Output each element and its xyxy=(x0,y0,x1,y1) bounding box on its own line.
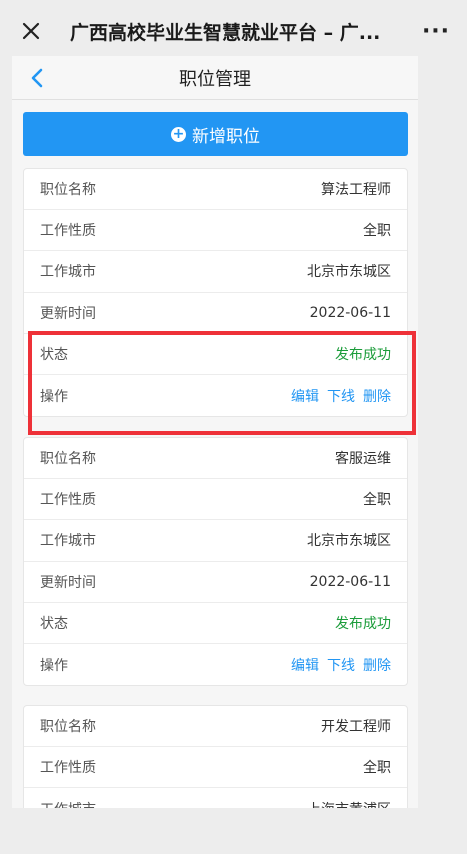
job-city-value: 北京市东城区 xyxy=(307,533,391,550)
job-city-row: 工作城市 北京市东城区 xyxy=(24,520,407,562)
job-type-value: 全职 xyxy=(363,760,391,777)
job-city-label: 工作城市 xyxy=(40,264,96,281)
job-card: 职位名称 算法工程师 工作性质 全职 工作城市 北京市东城区 更新时间 2022… xyxy=(23,168,408,418)
status-badge: 发布成功 xyxy=(335,346,391,363)
job-updated-value: 2022-06-11 xyxy=(309,573,391,590)
job-status-label: 状态 xyxy=(40,346,68,363)
job-actions-label: 操作 xyxy=(40,388,68,405)
job-status-row: 状态 发布成功 xyxy=(24,334,407,375)
close-button[interactable] xyxy=(0,0,62,62)
offline-link[interactable]: 下线 xyxy=(327,655,355,675)
job-type-label: 工作性质 xyxy=(40,760,96,777)
job-type-value: 全职 xyxy=(363,223,391,240)
job-card: 职位名称 开发工程师 工作性质 全职 工作城市 上海市黄浦区 xyxy=(23,705,408,808)
job-city-label: 工作城市 xyxy=(40,799,96,808)
edit-link[interactable]: 编辑 xyxy=(291,386,319,406)
job-type-row: 工作性质 全职 xyxy=(24,479,407,521)
window-title: 广西高校毕业生智慧就业平台 – 广... xyxy=(70,21,381,44)
add-job-button[interactable]: + 新增职位 xyxy=(23,112,408,156)
plus-circle-icon: + xyxy=(171,125,186,142)
job-actions-row: 操作 编辑 下线 删除 xyxy=(24,644,407,685)
job-name-row: 职位名称 客服运维 xyxy=(24,438,407,480)
job-name-label: 职位名称 xyxy=(40,451,96,468)
job-type-label: 工作性质 xyxy=(40,223,96,240)
job-name-row: 职位名称 开发工程师 xyxy=(24,706,407,748)
close-icon xyxy=(22,22,40,40)
add-job-label: 新增职位 xyxy=(192,126,260,147)
job-type-value: 全职 xyxy=(363,492,391,509)
job-name-label: 职位名称 xyxy=(40,719,96,736)
job-updated-row: 更新时间 2022-06-11 xyxy=(24,293,407,334)
job-actions-row: 操作 编辑 下线 删除 xyxy=(24,375,407,416)
job-city-row: 工作城市 上海市黄浦区 xyxy=(24,788,407,808)
job-type-row: 工作性质 全职 xyxy=(24,747,407,789)
job-updated-row: 更新时间 2022-06-11 xyxy=(24,562,407,603)
window-titlebar: 广西高校毕业生智慧就业平台 – 广... ··· xyxy=(0,0,467,62)
job-updated-label: 更新时间 xyxy=(40,574,96,591)
job-name-value: 开发工程师 xyxy=(321,719,391,736)
job-city-value: 北京市东城区 xyxy=(307,264,391,281)
edit-link[interactable]: 编辑 xyxy=(291,655,319,675)
job-status-label: 状态 xyxy=(40,615,68,632)
delete-link[interactable]: 删除 xyxy=(363,386,391,406)
job-name-value: 客服运维 xyxy=(335,451,391,468)
job-updated-label: 更新时间 xyxy=(40,305,96,322)
job-updated-value: 2022-06-11 xyxy=(309,304,391,321)
job-type-row: 工作性质 全职 xyxy=(24,210,407,252)
status-badge: 发布成功 xyxy=(335,615,391,632)
page-title: 职位管理 xyxy=(179,68,251,90)
offline-link[interactable]: 下线 xyxy=(327,386,355,406)
job-actions-label: 操作 xyxy=(40,657,68,674)
job-name-row: 职位名称 算法工程师 xyxy=(24,169,407,211)
delete-link[interactable]: 删除 xyxy=(363,655,391,675)
chevron-left-icon xyxy=(31,68,43,88)
back-button[interactable] xyxy=(24,65,50,91)
page-frame: 职位管理 + 新增职位 职位名称 算法工程师 工作性质 全职 工作城市 北京市东… xyxy=(12,56,418,808)
nav-bar: 职位管理 xyxy=(12,56,418,100)
job-city-row: 工作城市 北京市东城区 xyxy=(24,251,407,293)
job-city-label: 工作城市 xyxy=(40,533,96,550)
job-city-value: 上海市黄浦区 xyxy=(307,799,391,808)
job-card: 职位名称 客服运维 工作性质 全职 工作城市 北京市东城区 更新时间 2022-… xyxy=(23,437,408,687)
job-type-label: 工作性质 xyxy=(40,492,96,509)
job-status-row: 状态 发布成功 xyxy=(24,603,407,644)
job-name-value: 算法工程师 xyxy=(321,182,391,199)
more-menu-button[interactable]: ··· xyxy=(405,0,467,62)
job-name-label: 职位名称 xyxy=(40,182,96,199)
